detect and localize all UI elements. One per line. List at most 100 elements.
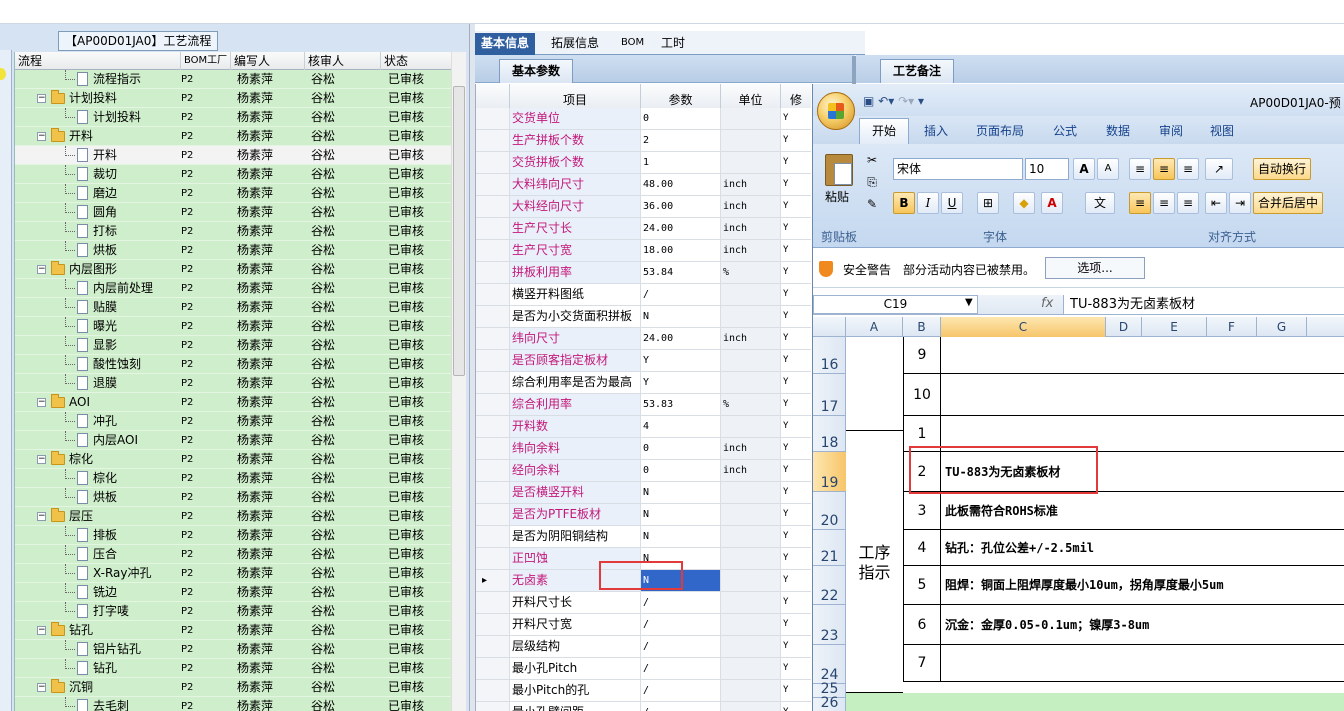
row-indicator[interactable] [476,350,510,371]
tree-row[interactable]: − 棕化 P2 杨素萍 谷松 已审核 [15,450,451,469]
row-header-23[interactable]: 23 [813,605,846,645]
bold-icon[interactable]: B [893,192,915,214]
tree-row[interactable]: 排板 P2 杨素萍 谷松 已审核 [15,526,451,545]
ribbon-tab-page-layout[interactable]: 页面布局 [976,122,1024,139]
tree-row[interactable]: 冲孔 P2 杨素萍 谷松 已审核 [15,412,451,431]
param-value[interactable]: 53.83 [641,394,721,415]
tree-row[interactable]: 棕化 P2 杨素萍 谷松 已审核 [15,469,451,488]
collapse-icon[interactable]: − [37,512,46,521]
copy-icon[interactable]: ⎘ [861,172,883,194]
sheet-row[interactable]: 9 [903,337,1344,374]
tree-row[interactable]: 流程指示 P2 杨素萍 谷松 已审核 [15,70,451,89]
row-header-18[interactable]: 18 [813,416,846,452]
param-row[interactable]: 开料尺寸宽 / Y [476,614,811,636]
sheet-row[interactable]: 6 沉金：金厚0.05-0.1um；镍厚3-8um [903,605,1344,645]
param-rev[interactable]: Y [781,196,811,217]
row-indicator[interactable] [476,636,510,657]
param-value[interactable]: N [641,306,721,327]
row-indicator[interactable] [476,548,510,569]
param-rev[interactable]: Y [781,548,811,569]
tree-row[interactable]: 计划投料 P2 杨素萍 谷松 已审核 [15,108,451,127]
param-rev[interactable]: Y [781,592,811,613]
row-indicator[interactable] [476,658,510,679]
row-indicator[interactable] [476,328,510,349]
tree-row[interactable]: 贴膜 P2 杨素萍 谷松 已审核 [15,298,451,317]
tree-row[interactable]: 烘板 P2 杨素萍 谷松 已审核 [15,241,451,260]
row-indicator[interactable] [476,482,510,503]
param-value[interactable]: / [641,614,721,635]
param-rev[interactable]: Y [781,438,811,459]
param-rev[interactable]: Y [781,108,811,129]
param-row[interactable]: 开料尺寸长 / Y [476,592,811,614]
fill-color-icon[interactable]: ◆ [1013,192,1035,214]
tree-row[interactable]: 内层前处理 P2 杨素萍 谷松 已审核 [15,279,451,298]
ribbon-tab-data[interactable]: 数据 [1106,122,1130,139]
row-indicator[interactable] [476,416,510,437]
param-row[interactable]: 最小孔壁间距/ Y [476,702,811,711]
param-rev[interactable]: Y [781,306,811,327]
param-value[interactable]: / [641,284,721,305]
param-row[interactable]: 是否为阴阳铜结构 N Y [476,526,811,548]
quick-access-toolbar[interactable]: ▣ ↶▾ ↷▾ ▾ [863,94,924,108]
param-value[interactable]: N [641,482,721,503]
ribbon-tab-review[interactable]: 审阅 [1159,122,1183,139]
param-row[interactable]: 拼板利用率 53.84% Y [476,262,811,284]
param-rev[interactable]: Y [781,482,811,503]
step-number[interactable]: 4 [903,530,941,565]
ribbon-tab-insert[interactable]: 插入 [924,122,948,139]
redo-icon[interactable]: ↷▾ [898,94,914,108]
param-rev[interactable]: Y [781,218,811,239]
row-header-21[interactable]: 21 [813,530,846,566]
tree-row[interactable]: − 沉铜 P2 杨素萍 谷松 已审核 [15,678,451,697]
step-number[interactable]: 6 [903,605,941,644]
align-middle-icon[interactable]: ≡ [1153,158,1175,180]
tree-row[interactable]: − 开料 P2 杨素萍 谷松 已审核 [15,127,451,146]
param-row[interactable]: 是否横竖开料 N Y [476,482,811,504]
param-row[interactable]: 经向余料 0 inch Y [476,460,811,482]
param-value[interactable]: N [641,504,721,525]
border-icon[interactable]: ⊞ [977,192,999,214]
tree-row[interactable]: 铣边 P2 杨素萍 谷松 已审核 [15,583,451,602]
param-rev[interactable]: Y [781,284,811,305]
row-header-16[interactable]: 16 [813,337,846,374]
param-value[interactable]: 0 [641,438,721,459]
collapse-icon[interactable]: − [37,265,46,274]
param-rev[interactable]: Y [781,350,811,371]
step-text[interactable]: 此板需符合ROHS标准 [945,492,1058,530]
param-value[interactable]: 24.00 [641,328,721,349]
font-color-icon[interactable]: A [1041,192,1063,214]
step-number[interactable]: 7 [903,645,941,681]
param-rev[interactable]: Y [781,262,811,283]
options-button[interactable]: 选项... [1045,257,1145,279]
sheet-row[interactable]: 5 阻焊：铜面上阻焊厚度最小10um，拐角厚度最小5um [903,566,1344,605]
param-rev[interactable]: Y [781,174,811,195]
param-row[interactable]: 综合利用率 53.83% Y [476,394,811,416]
tree-row[interactable]: − 钻孔 P2 杨素萍 谷松 已审核 [15,621,451,640]
tree-row[interactable]: 曝光 P2 杨素萍 谷松 已审核 [15,317,451,336]
paste-label[interactable]: 粘贴 [825,188,849,205]
param-rev[interactable]: Y [781,152,811,173]
param-row[interactable]: 生产拼板个数 2 Y [476,130,811,152]
orientation-icon[interactable]: ↗ [1205,158,1233,180]
step-number[interactable]: 10 [903,374,941,415]
step-text[interactable]: 钻孔：孔位公差+/-2.5mil [945,530,1094,566]
tree-scrollbar[interactable] [451,52,466,711]
param-value[interactable]: 24.00 [641,218,721,239]
param-rev[interactable]: Y [781,394,811,415]
tree-row[interactable]: − AOI P2 杨素萍 谷松 已审核 [15,393,451,412]
col-header-E[interactable]: E [1142,317,1207,337]
formula-input[interactable]: TU-883为无卤素板材 [1063,295,1344,314]
row-indicator[interactable] [476,460,510,481]
row-indicator[interactable] [476,262,510,283]
ribbon-tab-view[interactable]: 视图 [1210,122,1234,139]
param-value[interactable]: / [641,680,721,701]
row-indicator[interactable] [476,152,510,173]
row-indicator[interactable] [476,130,510,151]
tab-process-notes[interactable]: 工艺备注 [880,59,955,83]
row-indicator[interactable] [476,438,510,459]
tree-row[interactable]: 开料 P2 杨素萍 谷松 已审核 [15,146,451,165]
tree-row[interactable]: 内层AOI P2 杨素萍 谷松 已审核 [15,431,451,450]
param-rev[interactable]: Y [781,702,811,711]
underline-icon[interactable]: U [941,192,963,214]
step-number[interactable]: 3 [903,492,941,529]
